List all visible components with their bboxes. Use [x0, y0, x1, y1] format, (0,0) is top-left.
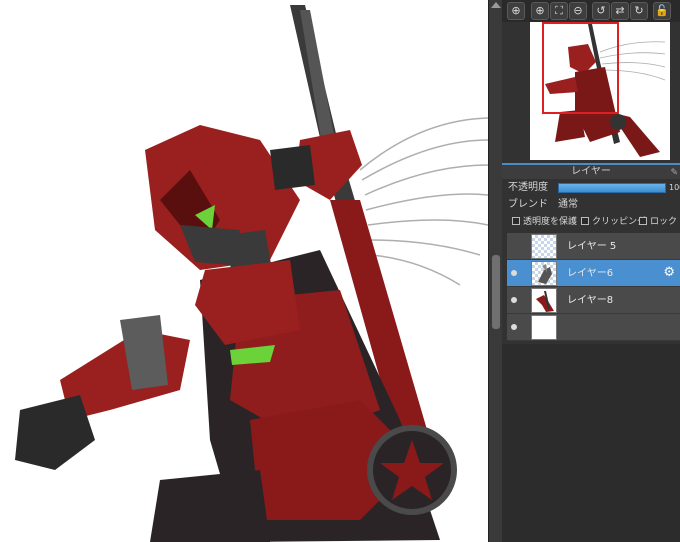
right-panel: ⊕ ⊕ ⛶ ⊖ ↺ ⇄ ↻ 🔓 レイヤー ✎ 不透明度 100: [502, 0, 680, 542]
fit-window-icon: ⛶: [555, 4, 563, 17]
navigator-toolbar: ⊕ ⊕ ⛶ ⊖ ↺ ⇄ ↻ 🔓: [502, 0, 680, 22]
layer-thumbnail-art: [538, 264, 552, 284]
layer-name: レイヤー8: [567, 295, 614, 306]
layer-thumbnail: [531, 288, 557, 313]
zoom-out-button[interactable]: ⊖: [569, 2, 587, 20]
panel-menu-icon[interactable]: ✎: [670, 166, 678, 180]
scroll-up-icon[interactable]: [491, 2, 501, 8]
layer-row-selected[interactable]: レイヤー6 ⚙: [507, 260, 680, 287]
layer-name: レイヤー6: [567, 268, 614, 279]
zoom-in-button[interactable]: ⊕: [531, 2, 549, 20]
rotate-right-icon: ↻: [634, 4, 644, 17]
checkbox-icon: [639, 217, 647, 225]
layer-list: レイヤー 5 レイヤー6 ⚙ レイヤー8: [507, 233, 680, 343]
zoom-fit-button[interactable]: ⊕: [507, 2, 525, 20]
lock-checkbox[interactable]: ロック: [639, 213, 677, 231]
layer-panel-header: レイヤー ✎: [502, 163, 680, 179]
opacity-value: 100: [669, 183, 680, 192]
layer-panel-title: レイヤー: [571, 166, 611, 177]
rotate-left-button[interactable]: ↺: [592, 2, 610, 20]
lock-icon: 🔓: [655, 4, 669, 17]
visibility-icon[interactable]: [511, 297, 517, 303]
checkbox-icon: [581, 217, 589, 225]
zoom-out-icon: ⊖: [573, 4, 583, 17]
opacity-slider[interactable]: [558, 183, 666, 193]
fit-window-button[interactable]: ⛶: [550, 2, 568, 20]
clipping-checkbox[interactable]: クリッピング: [581, 213, 646, 231]
protect-alpha-label: 透明度を保護: [523, 217, 578, 227]
layer-name: レイヤー 5: [567, 241, 617, 252]
visibility-icon[interactable]: [511, 270, 517, 276]
flip-button[interactable]: ⇄: [611, 2, 629, 20]
layer-row[interactable]: [507, 314, 680, 341]
rotate-right-button[interactable]: ↻: [630, 2, 648, 20]
blend-row: ブレンド 通常: [502, 196, 680, 214]
checkbox-icon: [512, 217, 520, 225]
canvas-vertical-scrollbar[interactable]: [488, 0, 502, 542]
navigator-viewport-rect[interactable]: [542, 22, 619, 114]
panel-empty-area: [502, 344, 680, 542]
lock-view-button[interactable]: 🔓: [653, 2, 671, 20]
scrollbar-thumb[interactable]: [492, 255, 500, 329]
zoom-in-icon: ⊕: [535, 4, 545, 17]
zoom-fit-icon: ⊕: [511, 4, 521, 17]
drawing-canvas[interactable]: [0, 0, 488, 542]
clipping-label: クリッピング: [592, 217, 647, 227]
flip-icon: ⇄: [615, 4, 625, 17]
layer-thumbnail: [531, 234, 557, 259]
gear-icon[interactable]: ⚙: [663, 266, 675, 280]
rotate-left-icon: ↺: [596, 4, 606, 17]
blend-mode-select[interactable]: 通常: [558, 196, 578, 214]
layer-row[interactable]: レイヤー8: [507, 287, 680, 314]
lock-label: ロック: [650, 217, 678, 227]
layer-thumbnail: [531, 315, 557, 340]
opacity-label: 不透明度: [508, 182, 548, 193]
blend-label: ブレンド: [508, 199, 548, 210]
protect-alpha-checkbox[interactable]: 透明度を保護: [512, 213, 577, 231]
navigator-preview[interactable]: [530, 22, 670, 160]
layer-row[interactable]: レイヤー 5: [507, 233, 680, 260]
visibility-icon[interactable]: [511, 324, 517, 330]
layer-options-row: 透明度を保護 クリッピング ロック: [502, 213, 680, 231]
layer-thumbnail-art: [536, 291, 554, 312]
canvas-artwork: [15, 5, 488, 542]
layer-thumbnail: [531, 261, 557, 286]
opacity-row: 不透明度 100: [502, 179, 680, 197]
